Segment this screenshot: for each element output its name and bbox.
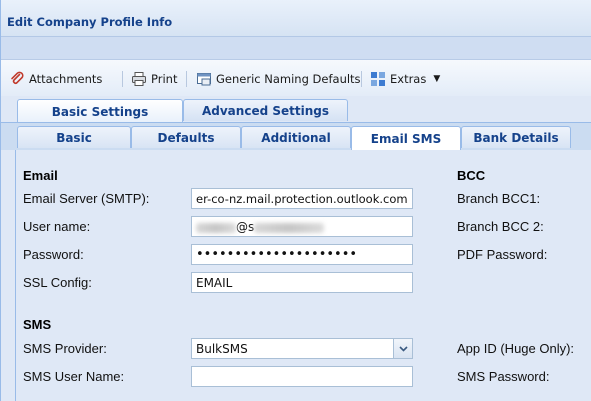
ssl-config-field[interactable]: EMAIL: [191, 272, 413, 293]
dropdown-arrow-icon: ▼: [433, 74, 441, 84]
paperclip-icon: [9, 71, 25, 87]
extras-menu-button[interactable]: Extras ▼: [370, 70, 440, 88]
email-server-label: Email Server (SMTP):: [23, 191, 150, 206]
tab-basic[interactable]: Basic: [17, 126, 131, 148]
window-settings-icon: [196, 71, 212, 87]
app-id-label: App ID (Huge Only):: [457, 341, 575, 356]
email-sms-panel: Email Email Server (SMTP): er-co-nz.mail…: [15, 150, 591, 401]
grid-icon: [370, 71, 386, 87]
print-button[interactable]: Print: [131, 70, 177, 88]
redacted-text: [254, 222, 325, 233]
email-heading: Email: [23, 168, 58, 183]
extras-label: Extras: [390, 72, 427, 86]
bcc-heading: BCC: [457, 168, 486, 183]
print-label: Print: [151, 72, 178, 86]
tab-bank-details[interactable]: Bank Details: [461, 126, 571, 148]
redacted-text: [196, 222, 236, 233]
sms-username-label: SMS User Name:: [23, 369, 125, 384]
sms-provider-select[interactable]: BulkSMS: [191, 338, 413, 359]
password-label: Password:: [23, 247, 84, 262]
email-server-field[interactable]: er-co-nz.mail.protection.outlook.com: [191, 188, 413, 209]
sms-password-label: SMS Password:: [457, 369, 550, 384]
tab-basic-settings[interactable]: Basic Settings: [17, 99, 183, 123]
branch-bcc2-label: Branch BCC 2:: [457, 219, 544, 234]
password-field[interactable]: •••••••••••••••••••••: [191, 244, 413, 265]
sms-heading: SMS: [23, 317, 52, 332]
generic-naming-defaults-button[interactable]: Generic Naming Defaults: [196, 70, 361, 88]
tab-defaults[interactable]: Defaults: [131, 126, 241, 148]
secondary-tab-bar: Basic Defaults Additional Email SMS Bank…: [1, 122, 591, 151]
generic-naming-defaults-label: Generic Naming Defaults: [216, 72, 361, 86]
sms-provider-label: SMS Provider:: [23, 341, 107, 356]
primary-tab-bar: Basic Settings Advanced Settings: [1, 96, 591, 123]
toolbar-separator: [361, 71, 362, 87]
tab-email-sms[interactable]: Email SMS: [351, 126, 461, 151]
window-title-bar: Edit Company Profile Info: [1, 0, 591, 37]
edit-company-profile-window: Edit Company Profile Info Attachments Pr…: [0, 0, 591, 401]
pdf-password-label: PDF Password:: [457, 247, 548, 262]
username-label: User name:: [23, 219, 91, 234]
toolbar-separator: [186, 71, 187, 87]
ssl-config-label: SSL Config:: [23, 275, 92, 290]
tab-advanced-settings[interactable]: Advanced Settings: [183, 99, 348, 121]
toolbar: Attachments Print Generic Naming Default…: [1, 60, 591, 97]
chevron-down-icon[interactable]: [393, 339, 412, 358]
attachments-label: Attachments: [29, 72, 103, 86]
toolbar-separator: [122, 71, 123, 87]
username-visible-text: @s: [236, 220, 255, 234]
attachments-button[interactable]: Attachments: [9, 70, 102, 88]
username-field[interactable]: @s: [191, 216, 413, 237]
sms-username-field[interactable]: [191, 366, 413, 387]
branch-bcc1-label: Branch BCC1:: [457, 191, 541, 206]
window-title: Edit Company Profile Info: [7, 15, 173, 29]
printer-icon: [131, 71, 147, 87]
tab-additional[interactable]: Additional: [241, 126, 351, 148]
sms-provider-value: BulkSMS: [196, 342, 248, 356]
header-strip: [1, 37, 591, 60]
